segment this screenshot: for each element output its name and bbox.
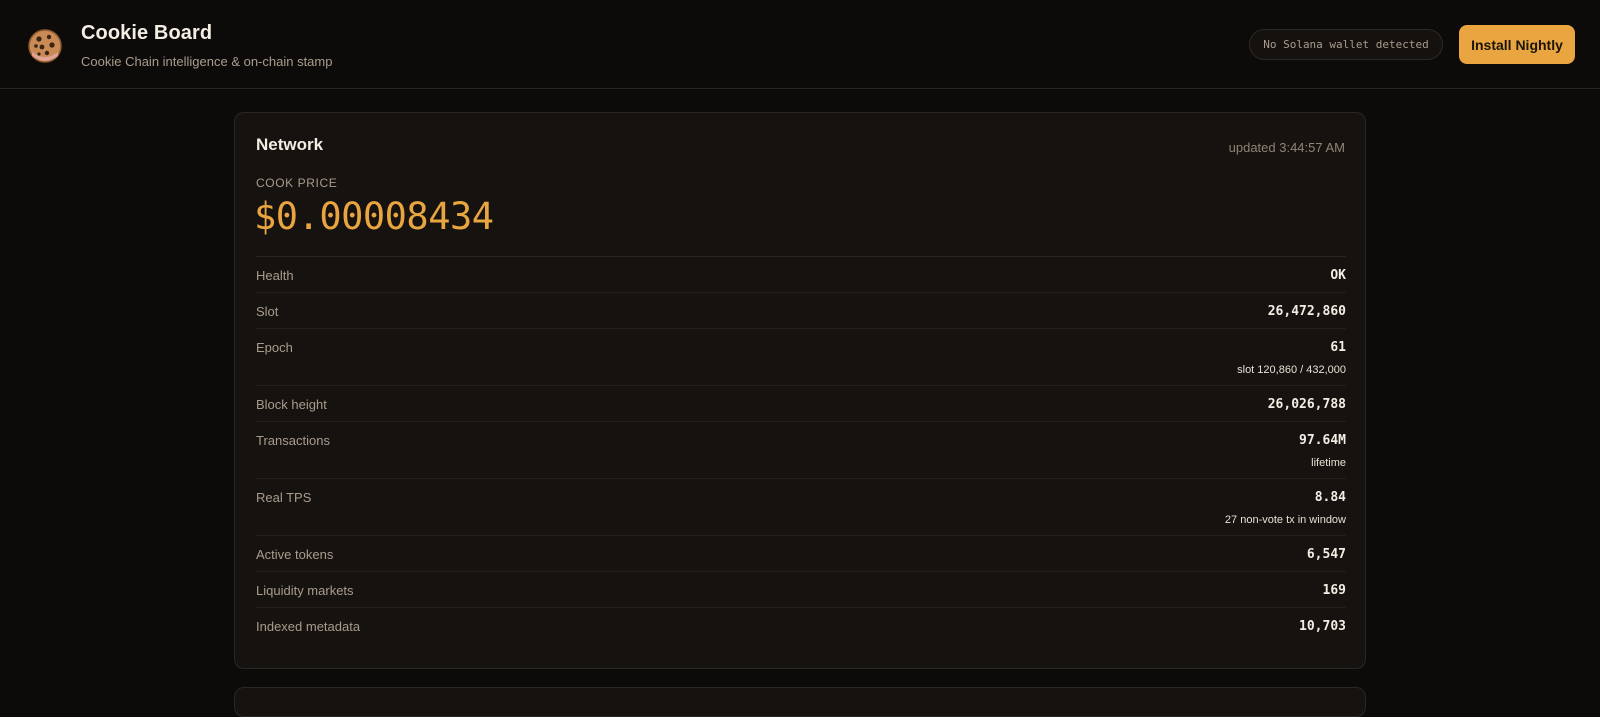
updated-timestamp: updated 3:44:57 AM (1228, 140, 1345, 155)
price-value: $0.00008434 (254, 195, 494, 238)
cookie-icon (27, 28, 63, 64)
stat-row-active-tokens: Active tokens 6,547 (256, 536, 1346, 572)
network-card: Network updated 3:44:57 AM COOK PRICE $0… (234, 112, 1366, 669)
stat-subtext: slot 120,860 / 432,000 (1237, 364, 1346, 376)
stat-label: Slot (256, 304, 279, 319)
stat-row-real-tps: Real TPS 8.84 27 non-vote tx in window (256, 479, 1346, 536)
stat-row-epoch: Epoch 61 slot 120,860 / 432,000 (256, 329, 1346, 386)
stat-subtext: lifetime (1311, 457, 1346, 469)
stat-value: 97.64M (1299, 433, 1346, 448)
stat-label: Indexed metadata (256, 619, 361, 634)
stat-row-health: Health OK (256, 257, 1346, 293)
stat-label: Health (256, 268, 294, 283)
stat-value: 61 (1330, 340, 1346, 355)
stat-label: Epoch (256, 340, 293, 355)
stat-row-block-height: Block height 26,026,788 (256, 386, 1346, 422)
stat-row-indexed-metadata: Indexed metadata 10,703 (256, 608, 1346, 644)
price-label: COOK PRICE (256, 176, 338, 190)
stat-row-liquidity-markets: Liquidity markets 169 (256, 572, 1346, 608)
stat-label: Liquidity markets (256, 583, 354, 598)
stat-row-transactions: Transactions 97.64M lifetime (256, 422, 1346, 479)
stat-value: 169 (1322, 583, 1346, 598)
next-card (234, 687, 1366, 717)
wallet-status-badge: No Solana wallet detected (1249, 29, 1443, 60)
app-subtitle: Cookie Chain intelligence & on-chain sta… (81, 54, 333, 69)
network-title: Network (256, 135, 324, 154)
stat-label: Transactions (256, 433, 330, 448)
stat-value: 8.84 (1314, 490, 1346, 505)
network-stats-list: Health OK Slot 26,472,860 Epoch 61 slot … (256, 256, 1346, 644)
stat-row-slot: Slot 26,472,860 (256, 293, 1346, 329)
install-nightly-button[interactable]: Install Nightly (1459, 25, 1575, 64)
stat-label: Active tokens (256, 547, 334, 562)
stat-value: 26,026,788 (1267, 397, 1346, 412)
stat-value: 26,472,860 (1267, 304, 1346, 319)
stat-value: OK (1330, 268, 1346, 283)
stat-value: 6,547 (1306, 547, 1346, 562)
top-bar: Cookie Board Cookie Chain intelligence &… (0, 0, 1600, 89)
stat-label: Block height (256, 397, 327, 412)
stat-value: 10,703 (1299, 619, 1346, 634)
app-title: Cookie Board (81, 22, 213, 44)
stat-subtext: 27 non-vote tx in window (1224, 514, 1346, 526)
stat-label: Real TPS (256, 490, 312, 505)
